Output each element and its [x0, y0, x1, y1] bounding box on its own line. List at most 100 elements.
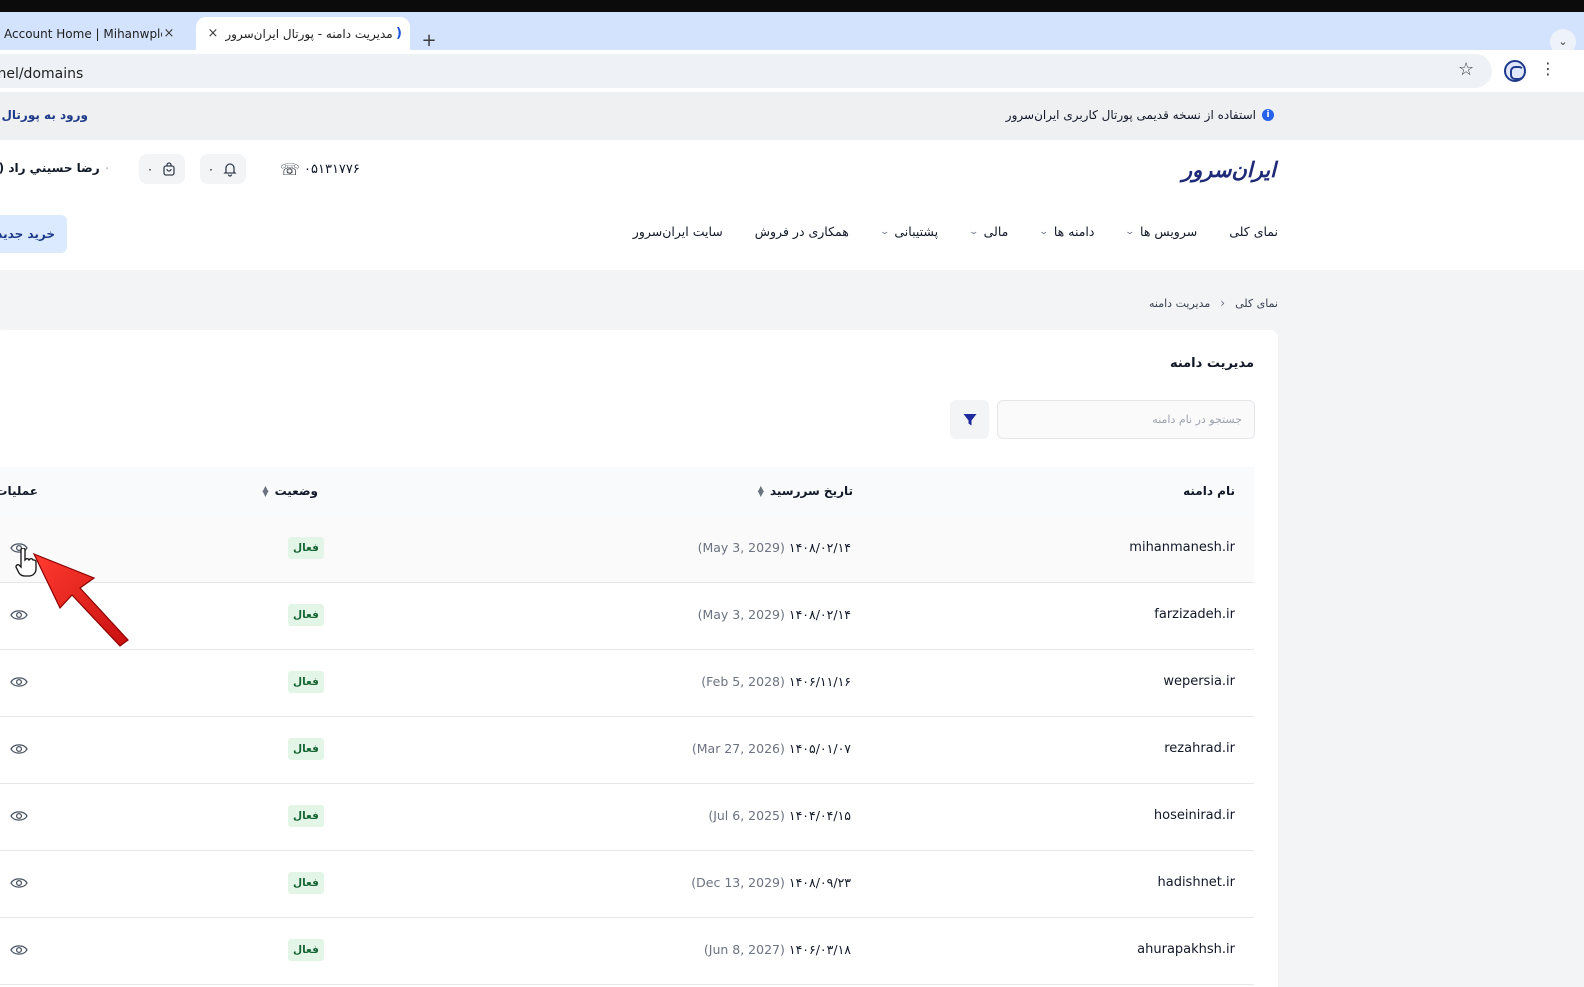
nav-support[interactable]: پشتیبانی ⌄	[879, 224, 939, 239]
nav-label: پشتیبانی	[894, 224, 939, 239]
tab-title: Account Home | Mihanwplearn	[4, 26, 162, 41]
status-badge: فعال	[288, 939, 324, 961]
browser-tab-account-home[interactable]: Account Home | Mihanwplearn ×	[0, 17, 186, 50]
column-label: نام دامنه	[1183, 484, 1235, 498]
nav-label: سرویس ها	[1140, 224, 1198, 239]
domain-name[interactable]: farzizadeh.ir	[1154, 607, 1235, 622]
expiry-date: ۱۴۰۴/۰۴/۱۵ (Jul 6, 2025)	[708, 808, 851, 823]
filter-icon	[963, 413, 976, 425]
nav-label: مالی	[983, 224, 1009, 239]
expiry-date-jalali: ۱۴۰۵/۰۱/۰۷	[788, 741, 851, 756]
window-top-strip	[0, 0, 1584, 12]
cart-button[interactable]: ۰	[139, 154, 185, 184]
expiry-date: ۱۴۰۵/۰۱/۰۷ (Mar 27, 2026)	[692, 741, 851, 756]
expiry-date: ۱۴۰۶/۰۳/۱۸ (Jun 8, 2027)	[704, 942, 851, 957]
nav-financial[interactable]: مالی ⌄	[968, 224, 1009, 239]
chevron-down-icon: ⌄	[879, 226, 890, 237]
nav-label: سایت ایران‌سرور	[632, 224, 723, 239]
new-tab-button[interactable]: +	[418, 30, 440, 52]
shopping-bag-icon	[163, 162, 175, 176]
notice-text: استفاده از نسخه قدیمی پورتال کاربری ایرا…	[1005, 108, 1256, 122]
chevron-down-icon: ⌄	[968, 226, 980, 237]
tab-close-icon[interactable]: ×	[204, 26, 222, 41]
expiry-date-gregorian: (Jun 8, 2027)	[703, 942, 785, 957]
table-row: wepersia.ir ۱۴۰۶/۱۱/۱۶ (Feb 5, 2028) فعال	[0, 650, 1254, 717]
status-badge: فعال	[288, 872, 324, 894]
loading-spinner-icon: (	[396, 26, 402, 41]
column-domain-name: نام دامنه	[1183, 484, 1235, 498]
nav-overview[interactable]: نمای کلی	[1229, 224, 1278, 239]
legacy-portal-notice: i استفاده از نسخه قدیمی پورتال کاربری ای…	[0, 92, 1584, 140]
address-bar[interactable]: panel/domains	[0, 54, 1492, 88]
nav-label: دامنه ها	[1053, 224, 1095, 239]
browser-toolbar: panel/domains ☆ ⋮	[0, 50, 1584, 92]
main-navigation: نمای کلی سرویس ها ⌄ دامنه ها ⌄ مالی ⌄ پشتیب…	[633, 224, 1278, 239]
domain-name[interactable]: ahurapakhsh.ir	[1137, 942, 1235, 957]
tab-close-icon[interactable]: ×	[160, 26, 178, 41]
expiry-date: ۱۴۰۸/۰۲/۱۴ (May 3, 2029)	[698, 540, 851, 555]
bell-icon	[223, 163, 237, 177]
legacy-portal-link[interactable]: ورود به پورتال قدیمی	[0, 108, 88, 122]
expiry-date: ۱۴۰۶/۱۱/۱۶ (Feb 5, 2028)	[701, 674, 851, 689]
browser-tab-domain-management[interactable]: ( مدیریت دامنه - پورتال ایران‌سرور ×	[196, 17, 410, 50]
table-row: mihanmanesh.ir ۱۴۰۸/۰۲/۱۴ (May 3, 2029) فع…	[0, 516, 1254, 583]
domain-name[interactable]: wepersia.ir	[1163, 674, 1235, 689]
user-menu[interactable]: رضا حسيني راد (۱۰	[0, 160, 108, 176]
nav-affiliate[interactable]: همکاری در فروش	[755, 224, 849, 239]
bookmark-star-icon[interactable]: ☆	[1458, 59, 1474, 80]
sort-icon[interactable]: ▲ ▼	[758, 485, 764, 498]
view-eye-icon[interactable]	[10, 809, 28, 823]
domain-search-field[interactable]	[997, 400, 1255, 439]
filter-button[interactable]	[950, 400, 989, 439]
domain-name[interactable]: mihanmanesh.ir	[1129, 540, 1235, 555]
view-eye-icon[interactable]	[10, 876, 28, 890]
table-row: rezahrad.ir ۱۴۰۵/۰۱/۰۷ (Mar 27, 2026) فعال	[0, 717, 1254, 784]
new-purchase-button[interactable]: خرید جدید	[0, 215, 67, 253]
table-header: نام دامنه تاریخ سررسید ▲ ▼ وضعیت ▲ ▼ عملیا…	[0, 467, 1254, 516]
support-phone[interactable]: ☏ ۰۵۱۳۱۷۷۶	[280, 160, 360, 179]
cart-count: ۰	[146, 162, 154, 176]
notifications-button[interactable]: ۰	[200, 154, 246, 184]
column-label: تاریخ سررسید	[769, 484, 853, 498]
domain-name[interactable]: hoseinirad.ir	[1154, 808, 1235, 823]
domain-search-input[interactable]	[998, 401, 1254, 438]
expiry-date-gregorian: (Dec 13, 2029)	[691, 875, 785, 890]
expiry-date-jalali: ۱۴۰۸/۰۲/۱۴	[788, 540, 851, 555]
browser-tabbar: Account Home | Mihanwplearn × ( مدیریت د…	[0, 12, 1584, 55]
table-row: ahurapakhsh.ir ۱۴۰۶/۰۳/۱۸ (Jun 8, 2027) فع…	[0, 918, 1254, 985]
sort-icon[interactable]: ▲ ▼	[262, 485, 268, 498]
table-row: hadishnet.ir ۱۴۰۸/۰۹/۲۳ (Dec 13, 2029) فعا…	[0, 851, 1254, 918]
view-eye-icon[interactable]	[10, 675, 28, 689]
column-expiry-date[interactable]: تاریخ سررسید ▲ ▼	[758, 484, 853, 498]
nav-domains[interactable]: دامنه ها ⌄	[1039, 224, 1095, 239]
expiry-date: ۱۴۰۸/۰۹/۲۳ (Dec 13, 2029)	[691, 875, 851, 890]
user-icon	[105, 167, 108, 169]
url-text[interactable]: panel/domains	[0, 66, 83, 82]
table-row: farzizadeh.ir ۱۴۰۸/۰۲/۱۴ (May 3, 2029) فعا…	[0, 583, 1254, 650]
view-eye-icon[interactable]	[10, 943, 28, 957]
domain-name[interactable]: rezahrad.ir	[1164, 741, 1235, 756]
breadcrumb-chevron-icon: ‹	[1220, 296, 1226, 310]
phone-number: ۰۵۱۳۱۷۷۶	[304, 162, 360, 177]
nav-iranserver-site[interactable]: سایت ایران‌سرور	[633, 224, 723, 239]
nav-services[interactable]: سرویس ها ⌄	[1125, 224, 1198, 239]
expiry-date-jalali: ۱۴۰۴/۰۴/۱۵	[788, 808, 851, 823]
domain-name[interactable]: hadishnet.ir	[1157, 875, 1235, 890]
table-row: hoseinirad.ir ۱۴۰۴/۰۴/۱۵ (Jul 6, 2025) فعا…	[0, 784, 1254, 851]
breadcrumb-overview[interactable]: نمای کلی	[1235, 297, 1278, 310]
browser-menu-icon[interactable]: ⋮	[1540, 59, 1556, 78]
status-badge: فعال	[288, 671, 324, 693]
iranserver-logo[interactable]: ایران‌سرور	[1182, 158, 1277, 182]
phone-icon: ☏	[280, 160, 301, 179]
status-badge: فعال	[288, 805, 324, 827]
site-header: ایران‌سرور ☏ ۰۵۱۳۱۷۷۶ ۰ ۰ رضا حسيني راد …	[0, 140, 1584, 270]
view-eye-icon[interactable]	[10, 608, 28, 622]
info-icon: i	[1262, 109, 1274, 121]
view-eye-icon[interactable]	[10, 742, 28, 756]
expiry-date-gregorian: (Feb 5, 2028)	[701, 674, 785, 689]
column-status[interactable]: وضعیت ▲ ▼	[262, 484, 318, 498]
extension-profile-icon[interactable]	[1504, 60, 1526, 82]
expiry-date-jalali: ۱۴۰۶/۰۳/۱۸	[788, 942, 851, 957]
notifications-count: ۰	[207, 162, 215, 176]
breadcrumb-current: مدیریت دامنه	[1149, 296, 1211, 310]
